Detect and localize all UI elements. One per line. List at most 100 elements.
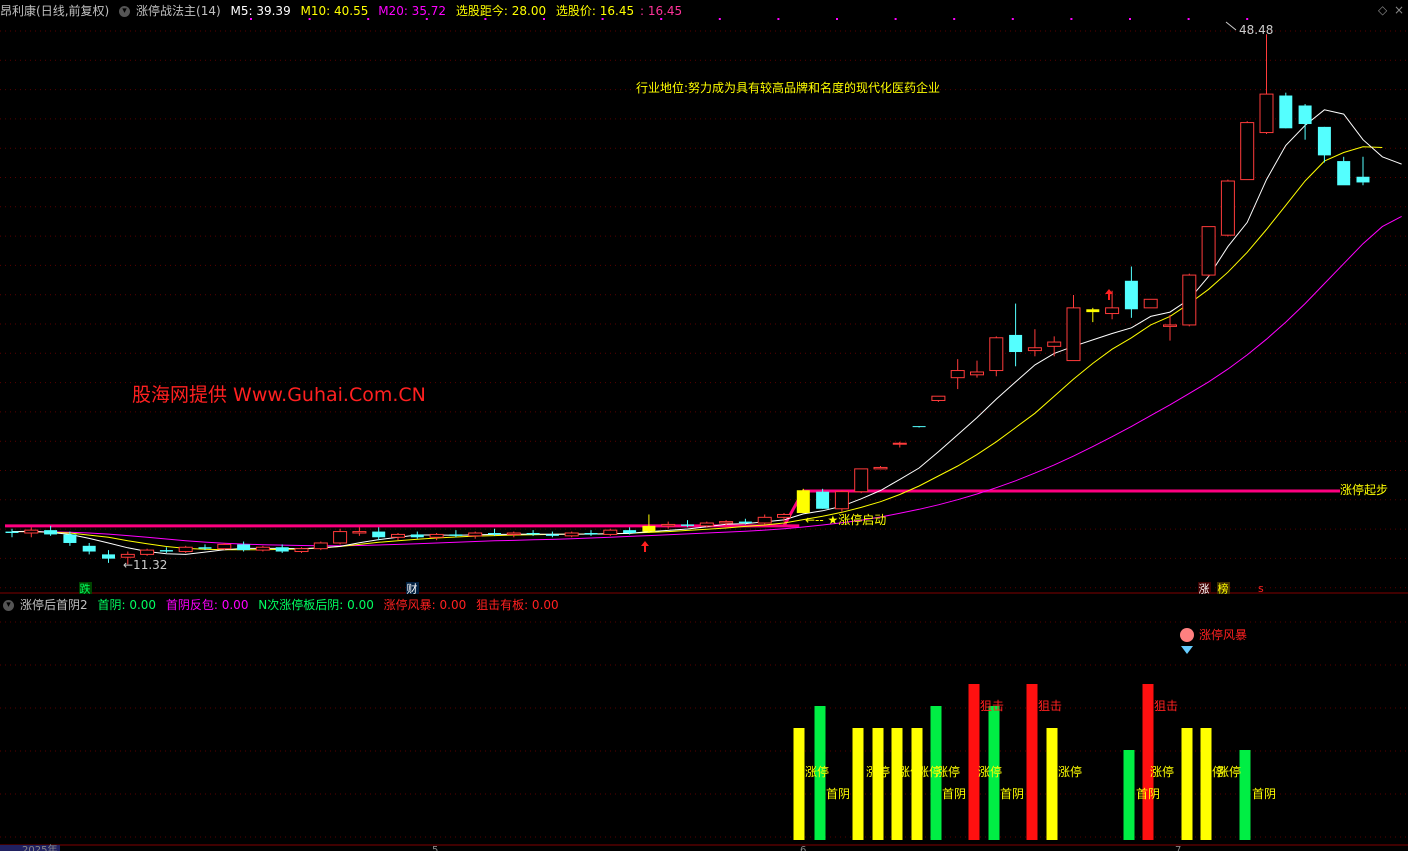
signal-bar-red <box>968 684 980 840</box>
signal-dot <box>777 18 780 20</box>
signal-bar-yellow <box>872 728 884 840</box>
candle-body <box>912 426 926 428</box>
candle-body <box>834 491 849 510</box>
candle-body <box>738 521 752 524</box>
month-6: 6 <box>800 845 806 851</box>
zt-bar-label: 涨停 <box>866 764 890 779</box>
mark-zhang: 涨 <box>1199 583 1210 596</box>
candle-up <box>1182 273 1197 327</box>
candle-down <box>372 527 386 541</box>
signal-dot <box>894 18 897 20</box>
candle-up <box>333 528 348 545</box>
candle-body <box>313 542 328 550</box>
candle-body <box>1027 347 1042 352</box>
zt-bar-label: 涨停 <box>1217 764 1241 779</box>
signal-bar-red <box>1026 684 1038 840</box>
candle-body <box>178 546 193 553</box>
candle-body <box>1143 298 1158 309</box>
candle-up <box>1220 179 1235 237</box>
candle-body <box>1066 307 1081 362</box>
candle-body <box>1240 122 1255 181</box>
jj-bar-label: 狙击 <box>1038 699 1062 713</box>
storm-icon <box>1180 628 1194 642</box>
candle-body <box>526 533 540 535</box>
candle-body <box>217 543 232 550</box>
candle-up <box>217 542 232 551</box>
candle-body <box>854 468 869 493</box>
zt-bar-label: 涨停 <box>805 764 829 779</box>
candle-body <box>1259 93 1274 134</box>
mark-fall: 跌 <box>80 582 91 596</box>
candle-up <box>603 528 618 536</box>
candle-body <box>950 370 965 379</box>
candle-body <box>796 490 810 514</box>
candle-body <box>1356 176 1370 183</box>
candle-body <box>488 533 501 535</box>
buy-arrow-icon <box>641 541 649 552</box>
industry-note: 行业地位:努力成为具有较高品牌和名度的现代化医药企业 <box>636 80 940 95</box>
candle-up <box>873 466 888 470</box>
candle-up <box>1201 226 1216 277</box>
candle-body <box>1279 95 1293 129</box>
candle-body <box>661 523 676 527</box>
signal-dot <box>718 18 721 20</box>
app-root: 昂利康(日线,前复权) ▾ 涨停战法主(14) M5: 39.39 M10: 40… <box>0 0 1408 851</box>
candle-down <box>1337 156 1351 186</box>
zt-bar-label: 涨停 <box>1058 764 1082 779</box>
ma10-line <box>12 146 1383 551</box>
candle-down <box>584 530 598 536</box>
signal-bar-green <box>1239 750 1251 840</box>
zt-bar-label: 涨停 <box>978 764 1002 779</box>
candle-up <box>1066 295 1081 362</box>
signal-dot <box>425 18 428 20</box>
signal-dot <box>836 18 838 20</box>
candle-body <box>1086 309 1100 313</box>
zt-bar-label: 涨停 <box>936 764 960 779</box>
jj-bar-label: 狙击 <box>980 699 1004 713</box>
candle-body <box>275 547 289 552</box>
candle-body <box>681 524 694 526</box>
signal-bar-red <box>1142 684 1154 840</box>
signal-dot <box>1011 18 1014 20</box>
signal-dot <box>953 18 956 20</box>
candle-down <box>5 528 19 538</box>
candle-body <box>506 532 521 535</box>
candle-body <box>391 533 405 538</box>
candle-body <box>1124 280 1138 310</box>
mark-cai: 财 <box>407 582 418 596</box>
candle-body <box>777 513 791 518</box>
signal-bar-yellow <box>852 728 864 840</box>
candle-body <box>1317 126 1331 156</box>
candle-down <box>159 547 173 553</box>
candle-body <box>1220 180 1235 236</box>
low-price-label: ←11.32 <box>123 558 167 572</box>
candle-up <box>391 533 405 541</box>
candle-body <box>584 533 598 535</box>
candle-body <box>1298 105 1312 125</box>
candle-body <box>429 533 444 538</box>
signal-bar-green <box>1123 750 1135 840</box>
sy-bar-label: 首阴 <box>942 787 966 801</box>
candle-body <box>989 337 1004 372</box>
candlestick-chart[interactable]: 行业地位:努力成为具有较高品牌和名度的现代化医药企业股海网提供 Www.Guha… <box>0 0 1408 851</box>
candle-body <box>1105 307 1120 315</box>
candle-body <box>603 529 618 535</box>
candle-body <box>757 516 772 524</box>
candle-body <box>545 534 559 536</box>
candle-body <box>1163 324 1177 327</box>
sy-bar-label: 首阴 <box>1000 787 1024 801</box>
mark-s: s <box>1258 582 1264 595</box>
candle-up <box>970 360 984 378</box>
candle-body <box>1201 226 1216 276</box>
signal-dot <box>660 18 663 20</box>
high-price-label: 48.48 <box>1239 23 1273 37</box>
candle-up <box>757 514 772 525</box>
candle-up <box>178 545 193 553</box>
candle-up <box>468 531 483 539</box>
signal-dot <box>1070 18 1073 20</box>
candle-body <box>468 532 483 537</box>
candle-body <box>352 531 367 534</box>
candle-body <box>333 531 348 544</box>
candle-up <box>564 531 579 538</box>
mark-bang: 榜 <box>1218 582 1229 596</box>
